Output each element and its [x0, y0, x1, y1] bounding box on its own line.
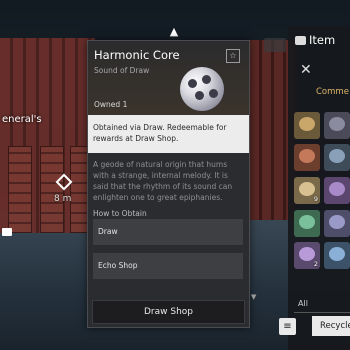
- item-slot[interactable]: [324, 210, 350, 237]
- waypoint-distance: 8 m: [54, 194, 72, 204]
- item-slot[interactable]: [324, 242, 350, 269]
- how-to-obtain-title: How to Obtain: [93, 209, 147, 218]
- item-slot[interactable]: 9: [294, 177, 320, 204]
- tab-common[interactable]: Comme: [316, 87, 349, 97]
- item-slot[interactable]: [294, 112, 320, 139]
- obtain-method-label: Draw: [98, 227, 118, 236]
- building-left: [0, 38, 95, 233]
- filter-dropdown[interactable]: All: [298, 299, 308, 308]
- item-title: Harmonic Core: [94, 48, 180, 62]
- obtained-text: Obtained via Draw. Redeemable for reward…: [93, 123, 227, 143]
- item-slot[interactable]: [294, 210, 320, 237]
- up-arrow-icon[interactable]: ▲: [168, 26, 180, 38]
- item-count: 9: [313, 195, 318, 203]
- item-icon: [299, 247, 315, 261]
- item-icon: [299, 117, 315, 131]
- bag-icon: [295, 36, 306, 45]
- item-icon: [299, 215, 315, 229]
- top-button[interactable]: [264, 38, 286, 52]
- item-icon: [329, 149, 345, 163]
- recycle-button[interactable]: Recycle: [312, 316, 350, 336]
- item-slot[interactable]: [294, 144, 320, 171]
- owned-value: 1: [122, 100, 128, 109]
- item-subtitle: Sound of Draw: [94, 66, 150, 75]
- item-icon: [329, 247, 345, 261]
- favorite-star-icon[interactable]: ☆: [226, 49, 240, 63]
- obtained-box: Obtained via Draw. Redeemable for reward…: [88, 115, 249, 153]
- item-icon: [329, 117, 345, 131]
- door: [40, 146, 64, 233]
- obtain-method-label: Echo Shop: [98, 261, 138, 270]
- door: [8, 146, 32, 233]
- draw-shop-button[interactable]: Draw Shop: [92, 300, 245, 324]
- card-header: Harmonic Core Sound of Draw ☆ Owned 1: [88, 41, 249, 115]
- location-label: eneral's: [2, 114, 42, 125]
- item-description: A geode of natural origin that hums with…: [93, 160, 233, 202]
- item-icon: [329, 182, 345, 196]
- item-count: 2: [313, 260, 318, 268]
- panel-title-label: Item: [309, 33, 336, 47]
- item-detail-card: Harmonic Core Sound of Draw ☆ Owned 1 Ob…: [87, 40, 250, 328]
- sort-filter-icon[interactable]: ≡: [279, 318, 296, 335]
- item-slot[interactable]: [324, 112, 350, 139]
- orb-hole: [202, 75, 211, 84]
- item-icon: [299, 149, 315, 163]
- harmonic-core-item-image: [180, 67, 224, 111]
- close-icon[interactable]: ✕: [300, 62, 312, 78]
- orb-hole: [188, 79, 197, 88]
- item-slot[interactable]: 2: [294, 242, 320, 269]
- item-icon: [329, 215, 345, 229]
- orb-hole: [209, 89, 218, 98]
- panel-title: Item: [295, 33, 335, 47]
- owned-label: Owned: [94, 100, 121, 109]
- orb-hole: [195, 91, 204, 100]
- divider: [294, 312, 350, 313]
- obtain-method-echo-shop[interactable]: Echo Shop: [93, 253, 243, 279]
- item-slot[interactable]: [324, 177, 350, 204]
- chest-icon: [2, 228, 12, 236]
- item-panel: Item ✕ Comme 9 2 All Recycle: [288, 26, 350, 350]
- item-icon: [299, 182, 315, 196]
- scroll-down-icon[interactable]: ▼: [251, 293, 256, 301]
- owned-count: Owned 1: [94, 100, 127, 109]
- obtain-method-draw[interactable]: Draw: [93, 219, 243, 245]
- item-slot[interactable]: [324, 144, 350, 171]
